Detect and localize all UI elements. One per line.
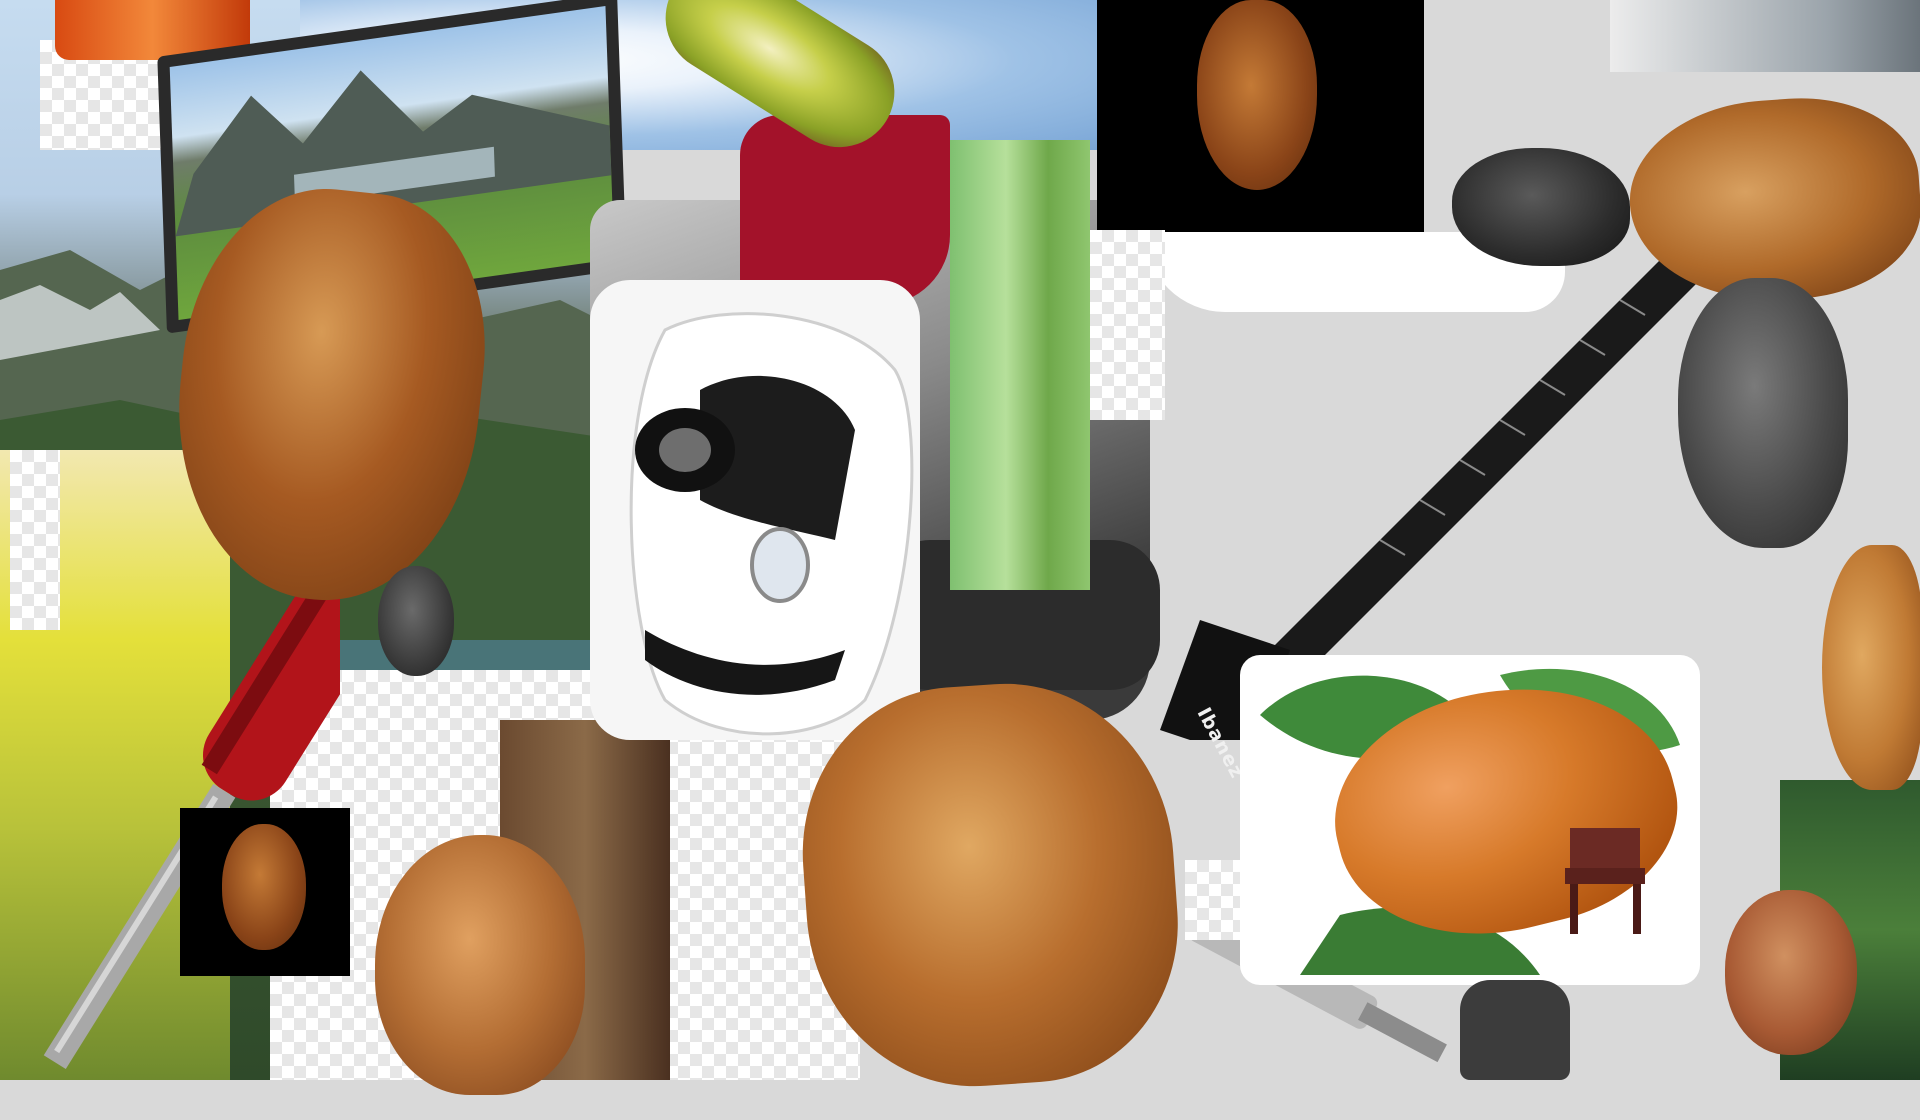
guitar-neck bbox=[1240, 220, 1740, 700]
car-headlight bbox=[750, 527, 810, 603]
date-fruit-small bbox=[222, 824, 306, 950]
date-fruit-right-middle bbox=[1822, 545, 1920, 790]
dark-car-small bbox=[1460, 980, 1570, 1080]
dark-dried-fruit-small-left bbox=[378, 566, 454, 676]
date-fruit-top-center bbox=[1197, 0, 1317, 190]
date-fruit-bottom-left bbox=[375, 835, 585, 1095]
monitor-corner-top-right bbox=[1610, 0, 1920, 72]
dark-dried-fruit-right bbox=[1678, 278, 1848, 548]
date-fruit-bottom-right bbox=[1725, 890, 1857, 1055]
white-sports-car bbox=[629, 312, 914, 736]
green-grass-poster bbox=[950, 140, 1090, 590]
wooden-chair bbox=[1565, 828, 1645, 934]
black-panel-small-date bbox=[180, 808, 350, 976]
dark-dried-fruit-top bbox=[1452, 148, 1630, 266]
